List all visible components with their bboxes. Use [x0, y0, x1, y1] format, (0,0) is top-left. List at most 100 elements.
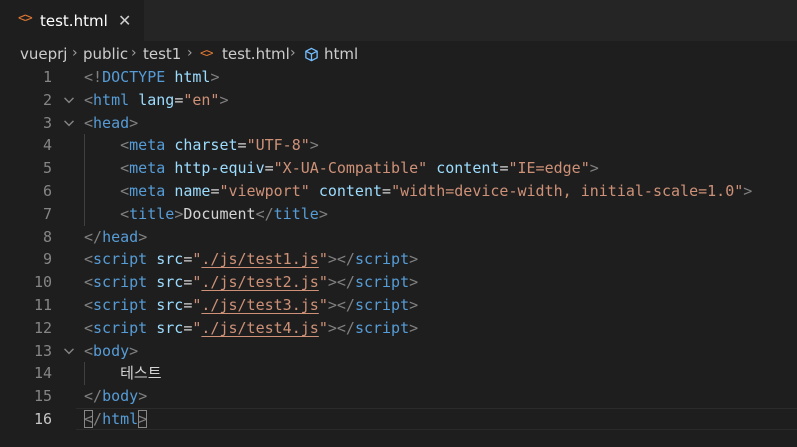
chevron-down-icon[interactable]: [62, 112, 76, 135]
code-line[interactable]: 2 <html lang="en">: [0, 89, 797, 112]
code-line[interactable]: 1 <!DOCTYPE html>: [0, 66, 797, 89]
code-token: <: [84, 90, 94, 109]
code-token: src: [156, 250, 184, 269]
code-token: DOCTYPE: [102, 68, 175, 86]
code-token: ></: [327, 273, 355, 292]
link-path[interactable]: ./js/test4.js: [201, 319, 318, 337]
code-line[interactable]: 11 <script src="./js/test3.js"></script>: [0, 294, 797, 317]
code-token: html: [102, 410, 139, 428]
code-line[interactable]: 15 </body>: [0, 385, 797, 408]
code-token: <: [84, 296, 94, 314]
code-token: content: [436, 159, 500, 178]
code-token: >: [589, 159, 599, 178]
tab-label: test.html: [40, 12, 108, 30]
code-token: meta: [129, 159, 175, 178]
code-text: <script src="./js/test4.js"></script>: [84, 317, 418, 340]
code-brackets-icon: <>: [18, 11, 33, 26]
code-token: script: [354, 250, 410, 269]
code-text: <title>Document</title>: [84, 203, 328, 226]
code-editor[interactable]: 1 <!DOCTYPE html> 2 <html lang="en"> 3 <head>…: [0, 66, 797, 447]
code-text: <head>: [84, 112, 138, 135]
breadcrumb-item-html[interactable]: html: [324, 45, 358, 63]
code-token: ></: [327, 250, 355, 269]
code-line[interactable]: 10 <script src="./js/test2.js"></script>: [0, 271, 797, 294]
code-token: script: [93, 318, 157, 337]
line-number: 1: [42, 68, 52, 86]
code-line[interactable]: 7 <title>Document</title>: [0, 203, 797, 226]
line-number: 4: [42, 136, 52, 155]
code-token: body: [93, 341, 130, 360]
code-line[interactable]: 5 <meta http-equiv="X-UA-Compatible" con…: [0, 157, 797, 180]
close-icon[interactable]: ✕: [118, 11, 131, 30]
tab-test-html[interactable]: <> test.html ✕: [0, 0, 144, 41]
code-token: >: [309, 136, 319, 155]
code-token: "UTF-8": [246, 136, 310, 155]
code-line[interactable]: 14 테스트: [0, 362, 797, 385]
code-token: =: [237, 136, 247, 155]
code-token: >: [129, 341, 139, 360]
chevron-down-icon[interactable]: [62, 89, 76, 112]
line-number: 6: [42, 182, 52, 200]
code-token: 테스트: [84, 364, 162, 383]
code-text: <meta http-equiv="X-UA-Compatible" conte…: [84, 157, 599, 180]
code-token: ": [318, 250, 328, 269]
code-token: =: [174, 90, 184, 109]
code-token: /: [93, 410, 103, 428]
code-line[interactable]: 8 </head>: [0, 226, 797, 249]
code-line[interactable]: 12 <script src="./js/test4.js"></script>: [0, 317, 797, 340]
code-token: meta: [129, 182, 175, 200]
code-token: </: [84, 387, 103, 406]
code-token: src: [156, 273, 184, 292]
chevron-right-icon: ›: [290, 45, 296, 61]
code-token: <: [84, 318, 94, 337]
code-line[interactable]: 16 </html>: [0, 408, 797, 431]
line-number: 8: [42, 227, 52, 246]
breadcrumb-item-test-html[interactable]: test.html: [222, 45, 290, 63]
bracket-match: <: [84, 410, 94, 428]
code-token: meta: [129, 136, 175, 155]
code-text: <meta name="viewport" content="width=dev…: [84, 180, 752, 203]
line-number: 11: [33, 296, 52, 314]
code-token: ></: [327, 318, 355, 337]
code-token: <: [120, 136, 130, 155]
chevron-down-icon[interactable]: [62, 340, 76, 363]
code-text: </html>: [84, 408, 148, 431]
code-token: charset: [174, 136, 238, 155]
chevron-right-icon: ›: [72, 45, 78, 61]
code-line[interactable]: 4 <meta charset="UTF-8">: [0, 134, 797, 157]
breadcrumb-item-vueprj[interactable]: vueprj: [20, 45, 67, 63]
code-token: "X-UA-Compatible": [273, 159, 437, 178]
code-token: name: [174, 182, 211, 200]
breadcrumb-item-public[interactable]: public: [83, 45, 128, 63]
line-number: 15: [33, 387, 52, 406]
code-line[interactable]: 13 <body>: [0, 340, 797, 363]
code-token: head: [102, 227, 139, 246]
code-token: >: [138, 227, 148, 246]
link-path[interactable]: ./js/test3.js: [201, 296, 318, 314]
code-text: <script src="./js/test2.js"></script>: [84, 271, 418, 294]
code-token: "width=device-width, initial-scale=1.0": [391, 182, 744, 200]
code-token: title: [129, 204, 175, 223]
code-token: src: [156, 318, 184, 337]
code-token: <: [84, 273, 94, 292]
code-line[interactable]: 9 <script src="./js/test1.js"></script>: [0, 248, 797, 271]
code-token: >: [129, 113, 139, 132]
code-token: </: [84, 227, 103, 246]
code-token: <: [120, 182, 130, 200]
code-token: html: [93, 90, 139, 109]
link-path[interactable]: ./js/test2.js: [201, 273, 318, 291]
line-number: 7: [42, 204, 52, 223]
code-token: ": [318, 318, 328, 337]
code-token: >: [409, 273, 419, 292]
code-line[interactable]: 6 <meta name="viewport" content="width=d…: [0, 180, 797, 203]
line-number: 2: [42, 90, 52, 109]
code-text: </body>: [84, 385, 147, 408]
code-token: script: [354, 318, 410, 337]
link-path[interactable]: ./js/test1.js: [201, 250, 318, 268]
code-line[interactable]: 3 <head>: [0, 112, 797, 135]
code-token: lang: [138, 90, 175, 109]
code-token: "IE=edge": [508, 159, 590, 178]
breadcrumb-item-test1[interactable]: test1: [143, 45, 181, 63]
